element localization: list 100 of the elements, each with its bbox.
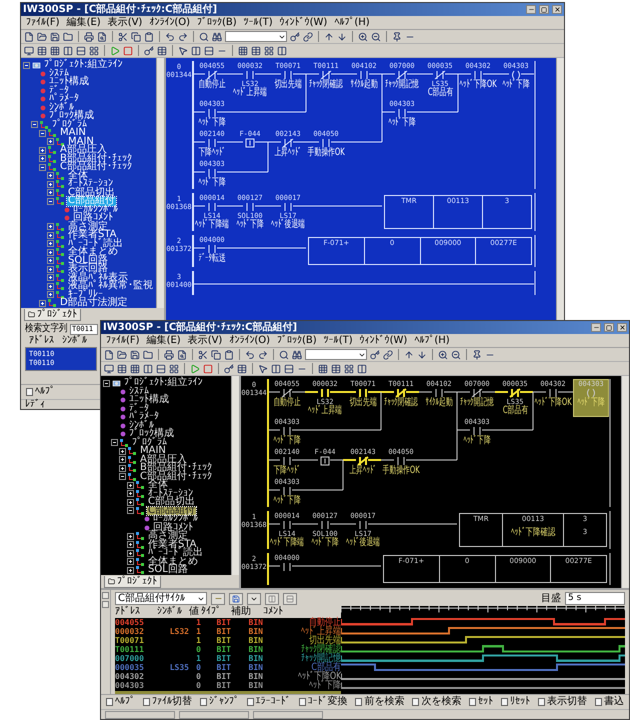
menu-item[interactable]: ｵﾝﾗｲﾝ(O) bbox=[146, 16, 194, 28]
expand-toggle[interactable] bbox=[47, 240, 54, 248]
pointer-icon[interactable] bbox=[178, 46, 188, 56]
menu-item[interactable]: ｵﾝﾗｲﾝ(O) bbox=[226, 334, 274, 346]
tree-item[interactable]: 全体まとめ bbox=[67, 248, 119, 256]
rows-button[interactable] bbox=[283, 592, 297, 604]
zoom-out-icon[interactable] bbox=[371, 32, 381, 42]
expand-toggle[interactable] bbox=[119, 464, 126, 472]
undo-icon[interactable] bbox=[165, 32, 175, 42]
printer-icon[interactable] bbox=[164, 350, 174, 360]
menu-item[interactable]: ﾍﾙﾌﾟ(H) bbox=[331, 16, 373, 28]
rows-icon[interactable] bbox=[156, 364, 166, 374]
tree-item[interactable]: SOL回路 bbox=[67, 256, 109, 265]
expand-toggle[interactable] bbox=[119, 448, 126, 455]
line-button[interactable] bbox=[211, 592, 225, 604]
arrow-up-icon[interactable] bbox=[324, 32, 334, 42]
menu-item[interactable]: ﾌｧｲﾙ(F) bbox=[103, 334, 143, 346]
menu-item[interactable]: ﾌﾞﾛｯｸ(B) bbox=[274, 334, 320, 346]
expand-toggle[interactable] bbox=[127, 507, 134, 514]
expand-toggle[interactable] bbox=[127, 490, 134, 498]
tree-item[interactable]: ﾛｰｶﾙｼﾝﾎﾞﾙ bbox=[152, 515, 199, 524]
stop-icon[interactable] bbox=[123, 46, 133, 56]
expand-toggle[interactable] bbox=[127, 550, 134, 557]
function-key-button[interactable]: ｾｯﾄ bbox=[468, 696, 494, 708]
function-key-button[interactable]: ﾍﾙﾌﾟ bbox=[25, 386, 56, 398]
expand-toggle[interactable] bbox=[47, 274, 54, 282]
expand-toggle[interactable] bbox=[127, 498, 134, 506]
tree-item[interactable]: A部品圧入 bbox=[139, 456, 188, 464]
print-preview-icon[interactable] bbox=[177, 350, 187, 360]
tree-item[interactable]: ﾌﾟﾛｸﾞﾗﾑ bbox=[131, 438, 168, 447]
tree-item[interactable]: D部品寸法測定 bbox=[59, 299, 129, 308]
table-icon[interactable] bbox=[157, 46, 167, 56]
pin-icon[interactable] bbox=[472, 350, 482, 360]
menu-item[interactable]: ﾂｰﾙ(T) bbox=[320, 334, 356, 346]
columns-button[interactable] bbox=[265, 592, 279, 604]
copy-icon[interactable] bbox=[131, 32, 141, 42]
dropdown-button[interactable] bbox=[247, 592, 261, 604]
function-key-button[interactable]: ﾌｧｲﾙ切替 bbox=[142, 696, 193, 708]
layout-grid-icon[interactable] bbox=[264, 46, 274, 56]
save-icon[interactable] bbox=[130, 350, 140, 360]
grid-icon[interactable] bbox=[130, 364, 140, 374]
expand-toggle[interactable] bbox=[127, 566, 134, 574]
expand-toggle[interactable] bbox=[127, 558, 134, 566]
save-icon[interactable] bbox=[50, 32, 60, 42]
scrollbar[interactable] bbox=[231, 376, 239, 575]
tree-item[interactable]: 全体 bbox=[67, 172, 89, 180]
search-icon[interactable] bbox=[199, 32, 209, 42]
layout-grid-icon[interactable] bbox=[169, 364, 179, 374]
tree-item[interactable]: ﾌﾟﾛｼﾞｪｸﾄ:組立ﾗｲﾝ bbox=[43, 61, 124, 70]
columns-icon[interactable] bbox=[143, 364, 153, 374]
function-key-button[interactable]: ﾍﾙﾌﾟ bbox=[105, 696, 136, 708]
expand-toggle[interactable] bbox=[47, 223, 54, 230]
menu-item[interactable]: ｳｨﾝﾄﾞｳ(W) bbox=[276, 16, 330, 28]
rows-icon[interactable] bbox=[284, 364, 294, 374]
expand-toggle[interactable] bbox=[127, 482, 134, 489]
binoculars-icon[interactable] bbox=[292, 350, 302, 360]
expand-toggle[interactable] bbox=[47, 248, 54, 256]
pin-button[interactable] bbox=[102, 592, 109, 599]
link-icon[interactable] bbox=[303, 32, 313, 42]
grid-icon[interactable] bbox=[50, 46, 60, 56]
pin-icon[interactable] bbox=[392, 32, 402, 42]
columns-icon[interactable] bbox=[277, 46, 287, 56]
rows-icon[interactable] bbox=[204, 46, 214, 56]
expand-toggle[interactable] bbox=[39, 146, 46, 154]
expand-toggle[interactable] bbox=[103, 380, 110, 387]
undo-icon[interactable] bbox=[245, 350, 255, 360]
search-combo[interactable] bbox=[225, 31, 287, 42]
menu-item[interactable]: 表示(V) bbox=[104, 16, 146, 28]
expand-toggle[interactable] bbox=[111, 439, 118, 446]
tree-item[interactable]: 全体 bbox=[147, 481, 169, 490]
tree-item[interactable]: ﾌﾟﾛｸﾞﾗﾑ bbox=[51, 120, 88, 129]
maximize-button[interactable] bbox=[604, 323, 614, 332]
save-button[interactable] bbox=[229, 592, 243, 604]
folder-icon[interactable] bbox=[63, 32, 73, 42]
layout-grid-icon[interactable] bbox=[344, 364, 354, 374]
open-folder-icon[interactable] bbox=[117, 350, 127, 360]
rows-icon[interactable] bbox=[76, 46, 86, 56]
function-key-button[interactable]: 表示切替 bbox=[537, 696, 588, 708]
menu-item[interactable]: ｳｨﾝﾄﾞｳ(W) bbox=[356, 334, 410, 346]
pointer-icon[interactable] bbox=[258, 364, 268, 374]
columns-icon[interactable] bbox=[271, 364, 281, 374]
menu-item[interactable]: 編集(E) bbox=[64, 16, 104, 28]
copy-icon[interactable] bbox=[211, 350, 221, 360]
cut-icon[interactable] bbox=[198, 350, 208, 360]
table-icon[interactable] bbox=[37, 46, 47, 56]
tree-item[interactable]: ﾌﾟﾛｼﾞｪｸﾄ:組立ﾗｲﾝ bbox=[123, 379, 204, 388]
layout-grid-icon[interactable] bbox=[89, 46, 99, 56]
tree-item[interactable]: ﾊﾞｰｺｰﾄﾞ読出 bbox=[147, 549, 204, 558]
expand-toggle[interactable] bbox=[47, 291, 54, 298]
expand-toggle[interactable] bbox=[47, 138, 54, 146]
tree-item[interactable]: 液晶ﾊﾟﾈﾙ異常･監視 bbox=[67, 282, 154, 290]
menu-item[interactable]: 編集(E) bbox=[144, 334, 184, 346]
function-key-button[interactable]: ﾘｾｯﾄ bbox=[500, 696, 532, 708]
key-icon[interactable] bbox=[224, 364, 234, 374]
menu-item[interactable]: ﾌﾞﾛｯｸ(B) bbox=[194, 16, 240, 28]
tree-item[interactable]: A部品圧入 bbox=[59, 146, 108, 154]
arrow-down-icon[interactable] bbox=[417, 350, 427, 360]
table-icon[interactable] bbox=[117, 364, 127, 374]
table-icon[interactable] bbox=[237, 364, 247, 374]
paste-icon[interactable] bbox=[144, 32, 154, 42]
